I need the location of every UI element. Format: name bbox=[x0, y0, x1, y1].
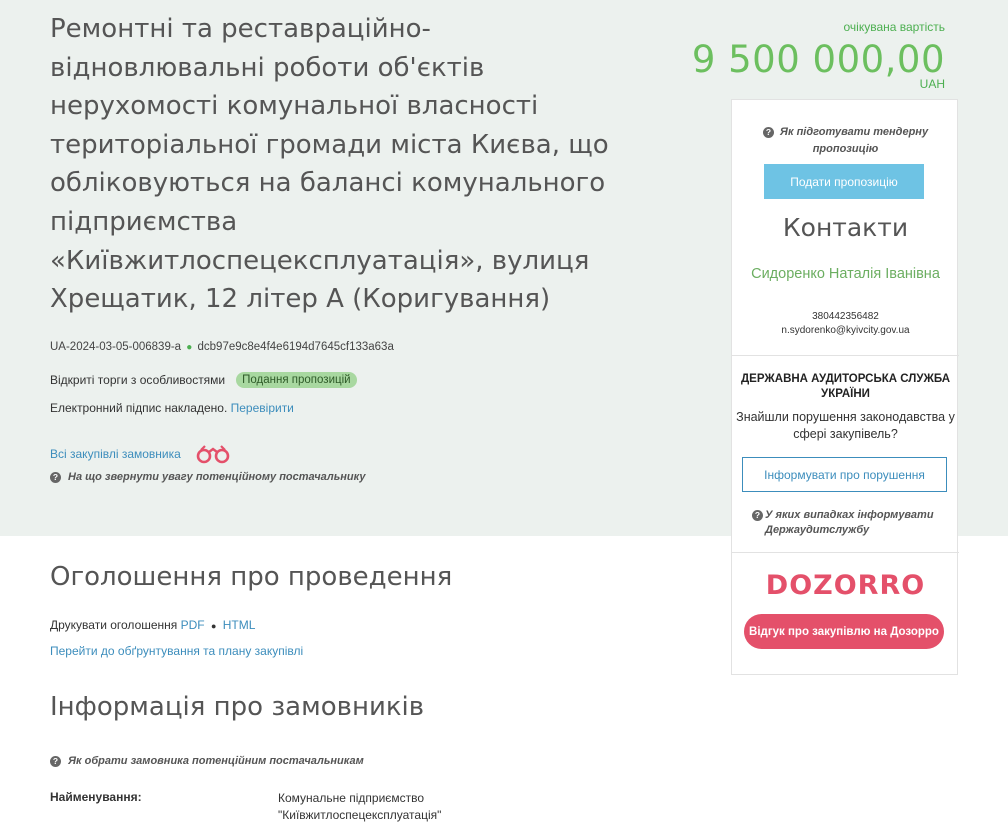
tender-id: UA-2024-03-05-006839-a bbox=[50, 341, 182, 353]
tender-hash: dcb97e9c8e4f4e6194d7645cf133a63a bbox=[197, 341, 394, 353]
all-procurements-row: Всі закупівлі замовника bbox=[50, 443, 231, 465]
customer-hint[interactable]: ? Як обрати замовника потенційним постач… bbox=[50, 755, 364, 767]
dot-separator-icon: ● bbox=[186, 342, 193, 353]
sidebar-divider bbox=[732, 355, 959, 356]
tender-title: Ремонтні та реставраційно-відновлювальні… bbox=[50, 14, 609, 315]
audit-service-text: Знайшли порушення законодавства у сфері … bbox=[736, 410, 955, 441]
customer-name-line: Комунальне підприємство bbox=[278, 791, 425, 805]
contact-name: Сидоренко Наталія Іванівна bbox=[751, 266, 940, 282]
sidebar-divider bbox=[732, 552, 959, 553]
contact-email: n.sydorenko@kyivcity.gov.ua bbox=[781, 325, 910, 336]
price-label: очікувана вартість bbox=[843, 20, 946, 34]
customer-name-line: "Київжитлоспецексплуатація" bbox=[278, 808, 442, 822]
signature-row: Електронний підпис накладено. Перевірити bbox=[50, 401, 294, 415]
tender-identifiers: UA-2024-03-05-006839-a ● dcb97e9c8e4f4e6… bbox=[50, 341, 394, 353]
status-badge: Подання пропозицій bbox=[236, 372, 357, 388]
procedure-type: Відкриті торги з особливостями bbox=[50, 373, 226, 387]
price-currency: UAH bbox=[919, 77, 945, 91]
expected-price: 9 500 000,00 bbox=[691, 38, 945, 81]
verify-signature-link[interactable]: Перевірити bbox=[231, 401, 294, 415]
customer-name-label: Найменування: bbox=[50, 790, 142, 804]
all-procurements-link[interactable]: Всі закупівлі замовника bbox=[50, 447, 181, 461]
prepare-hint-text: Як підготувати тендерну пропозицію bbox=[779, 126, 929, 155]
question-icon: ? bbox=[50, 471, 61, 483]
print-html-link[interactable]: HTML bbox=[223, 618, 256, 632]
customers-heading: Інформація про замовників bbox=[50, 692, 425, 722]
audit-service-title: ДЕРЖАВНА АУДИТОРСЬКА СЛУЖБА УКРАЇНИ bbox=[740, 373, 950, 400]
submit-proposal-button[interactable]: Подати пропозицію bbox=[764, 164, 924, 199]
dozorro-logo: DOZORRO bbox=[765, 570, 926, 601]
contact-phone: 380442356482 bbox=[812, 311, 879, 322]
binoculars-icon[interactable] bbox=[195, 443, 231, 465]
signature-text: Електронний підпис накладено. bbox=[50, 401, 228, 415]
audit-hint-text: У яких випадках інформувати Держаудитслу… bbox=[765, 509, 934, 536]
question-icon: ? bbox=[752, 510, 763, 521]
customer-name-value: Комунальне підприємство "Київжитлоспецек… bbox=[278, 790, 441, 824]
customer-hint-text: Як обрати замовника потенційним постачал… bbox=[68, 755, 364, 767]
prepare-proposal-hint[interactable]: ? Як підготувати тендерну пропозицію bbox=[732, 124, 959, 158]
procedure-row: Відкриті торги з особливостями Подання п… bbox=[50, 372, 357, 388]
procurement-plan-link[interactable]: Перейти до обґрунтування та плану закупі… bbox=[50, 644, 303, 658]
print-row: Друкувати оголошення PDF ● HTML bbox=[50, 618, 255, 632]
contacts-title: Контакти bbox=[782, 213, 909, 242]
dot-separator-icon: ● bbox=[210, 621, 217, 631]
announcement-heading: Оголошення про проведення bbox=[50, 562, 453, 592]
print-pdf-link[interactable]: PDF bbox=[181, 618, 205, 632]
supplier-hint-text: На що звернути увагу потенційному постач… bbox=[68, 471, 366, 483]
dozorro-feedback-button[interactable]: Відгук про закупівлю на Дозорро bbox=[744, 614, 944, 649]
supplier-hint[interactable]: ? На що звернути увагу потенційному пост… bbox=[50, 471, 365, 483]
report-violation-button[interactable]: Інформувати про порушення bbox=[742, 457, 947, 492]
sidebar: ? Як підготувати тендерну пропозицію Пода… bbox=[731, 99, 959, 675]
question-icon: ? bbox=[762, 126, 774, 138]
question-icon: ? bbox=[50, 755, 61, 767]
print-label: Друкувати оголошення bbox=[50, 618, 178, 632]
